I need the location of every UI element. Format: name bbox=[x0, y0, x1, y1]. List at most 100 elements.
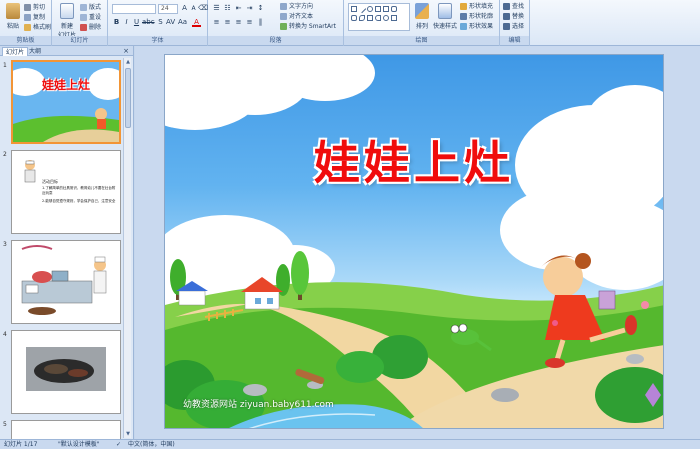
justify-button[interactable]: ≡ bbox=[245, 18, 254, 27]
arrange-label: 排列 bbox=[415, 23, 428, 30]
language-indicator[interactable]: 中文(简体，中国) bbox=[128, 440, 175, 449]
reset-label: 重设 bbox=[89, 14, 102, 21]
format-painter-label: 格式刷 bbox=[33, 24, 52, 31]
stove-photo-art bbox=[12, 331, 118, 411]
slide-thumbnail-2[interactable]: 活动目标 1.了解简单的灶具常识，教育幼儿不要在灶台附近玩耍 2.能够自觉遵守规… bbox=[11, 150, 121, 234]
cursor-icon bbox=[503, 23, 510, 30]
text-direction-button[interactable]: 文字方向 bbox=[280, 2, 313, 11]
smartart-label: 转换为 SmartArt bbox=[289, 23, 336, 30]
slide-counter: 幻灯片 1/17 bbox=[4, 441, 38, 448]
replace-button[interactable]: 替换 bbox=[503, 12, 524, 21]
new-slide-icon bbox=[60, 3, 74, 19]
circle-shape-icon bbox=[383, 15, 389, 21]
thumbnail-number: 3 bbox=[3, 241, 7, 248]
slide-panel: 幻灯片 大纲 × 1 娃娃上灶 2 活动目标 1.了解简单的灶具常识，教育幼儿不… bbox=[0, 46, 134, 440]
arrow-shape-icon bbox=[383, 6, 389, 12]
change-case-button[interactable]: Aa bbox=[178, 18, 187, 27]
numbering-button[interactable]: ☷ bbox=[223, 4, 232, 13]
chef-girl-icon bbox=[24, 160, 36, 183]
scroll-thumb[interactable] bbox=[125, 68, 131, 128]
text-direction-icon bbox=[280, 3, 287, 10]
paragraph-group-label: 段落 bbox=[208, 36, 343, 45]
strikethrough-button[interactable]: abc bbox=[142, 18, 155, 27]
new-slide-button[interactable]: 新建幻灯片 bbox=[56, 3, 78, 39]
pentagon-shape-icon bbox=[367, 15, 373, 21]
spacing-button[interactable]: AV bbox=[166, 18, 175, 27]
format-painter-button[interactable]: 格式刷 bbox=[24, 23, 51, 32]
font-name-select[interactable] bbox=[112, 4, 156, 14]
underline-button[interactable]: U bbox=[132, 18, 141, 27]
layout-button[interactable]: 版式 bbox=[80, 3, 101, 12]
replace-icon bbox=[503, 13, 510, 20]
theme-name[interactable]: "默认设计模板" bbox=[58, 440, 100, 449]
copy-icon bbox=[24, 14, 31, 21]
slide-thumbnail-5[interactable] bbox=[11, 420, 121, 440]
curve-shape-icon bbox=[359, 15, 365, 21]
copy-button[interactable]: 复制 bbox=[24, 13, 45, 22]
current-slide[interactable]: 娃娃上灶 幼教资源网站 ziyuan.baby611.com bbox=[164, 54, 664, 429]
line-spacing-button[interactable]: ↕ bbox=[256, 4, 265, 13]
find-label: 查找 bbox=[512, 3, 525, 10]
shrink-font-button[interactable]: A bbox=[189, 4, 198, 13]
spellcheck-icon[interactable]: ✓ bbox=[116, 440, 121, 449]
watermark-text: 幼教资源网站 ziyuan.baby611.com bbox=[183, 400, 334, 410]
slides-group: 新建幻灯片 版式 重设 删除 幻灯片 bbox=[52, 0, 108, 46]
pencil-icon bbox=[460, 13, 467, 20]
close-icon[interactable]: × bbox=[123, 46, 129, 56]
cut-button[interactable]: 剪切 bbox=[24, 3, 45, 12]
scroll-down-icon[interactable]: ▼ bbox=[124, 430, 132, 438]
shape-outline-button[interactable]: 形状轮廓 bbox=[460, 12, 493, 21]
ribbon: 粘贴 剪切 复制 格式刷 剪贴板 新建幻灯片 版式 重设 删除 幻灯片 24 bbox=[0, 0, 700, 46]
align-left-button[interactable]: ≡ bbox=[212, 18, 221, 27]
arrange-button[interactable]: 排列 bbox=[412, 3, 432, 30]
grow-font-button[interactable]: A bbox=[180, 4, 189, 13]
thumbnail-number: 5 bbox=[3, 421, 7, 428]
kitchen-scene-art bbox=[12, 241, 118, 321]
slide-title[interactable]: 娃娃上灶 bbox=[165, 127, 663, 193]
smartart-button[interactable]: 转换为 SmartArt bbox=[280, 22, 336, 31]
slide-thumbnail-1[interactable]: 娃娃上灶 bbox=[11, 60, 121, 144]
shadow-button[interactable]: S bbox=[156, 18, 165, 27]
slide-editor: 娃娃上灶 幼教资源网站 ziyuan.baby611.com bbox=[135, 46, 700, 439]
scroll-up-icon[interactable]: ▲ bbox=[124, 58, 132, 66]
paragraph-group: ☰ ☷ ⇤ ⇥ ↕ ≡ ≡ ≡ ≡ ‖ 文字方向 对齐文本 转换为 SmartA… bbox=[208, 0, 344, 46]
delete-icon bbox=[80, 24, 87, 31]
paint-bucket-icon bbox=[460, 3, 467, 10]
smartart-icon bbox=[280, 23, 287, 30]
bullets-button[interactable]: ☰ bbox=[212, 4, 221, 13]
quick-styles-button[interactable]: 快速样式 bbox=[432, 3, 458, 30]
align-text-button[interactable]: 对齐文本 bbox=[280, 12, 313, 21]
select-button[interactable]: 选择 bbox=[503, 22, 524, 31]
decrease-indent-button[interactable]: ⇤ bbox=[234, 4, 243, 13]
delete-button[interactable]: 删除 bbox=[80, 23, 101, 32]
slide-thumbnail-3[interactable] bbox=[11, 240, 121, 324]
slides-group-label: 幻灯片 bbox=[52, 36, 107, 45]
clear-format-button[interactable]: ⌫ bbox=[198, 4, 208, 13]
rectangle-shape-icon bbox=[351, 6, 357, 12]
find-button[interactable]: 查找 bbox=[503, 2, 524, 11]
reset-button[interactable]: 重设 bbox=[80, 13, 101, 22]
italic-button[interactable]: I bbox=[122, 18, 131, 27]
status-bar: 幻灯片 1/17 "默认设计模板" ✓ 中文(简体，中国) bbox=[0, 439, 700, 449]
bold-button[interactable]: B bbox=[112, 18, 121, 27]
tab-slides[interactable]: 幻灯片 bbox=[2, 47, 29, 56]
clipboard-group: 粘贴 剪切 复制 格式刷 剪贴板 bbox=[0, 0, 52, 46]
line-shape-icon bbox=[357, 4, 367, 14]
brace-shape-icon bbox=[375, 15, 381, 21]
shape-outline-label: 形状轮廓 bbox=[469, 13, 494, 20]
slide-thumbnail-4[interactable] bbox=[11, 330, 121, 414]
increase-indent-button[interactable]: ⇥ bbox=[245, 4, 254, 13]
panel-scrollbar[interactable]: ▲ ▼ bbox=[123, 58, 131, 438]
font-size-select[interactable]: 24 bbox=[158, 4, 178, 14]
columns-button[interactable]: ‖ bbox=[256, 18, 265, 27]
paste-button[interactable]: 粘贴 bbox=[3, 3, 23, 30]
shapes-gallery[interactable] bbox=[348, 3, 410, 31]
shape-effects-button[interactable]: 形状效果 bbox=[460, 22, 493, 31]
delete-label: 删除 bbox=[89, 24, 102, 31]
shape-fill-button[interactable]: 形状填充 bbox=[460, 2, 493, 11]
align-center-button[interactable]: ≡ bbox=[223, 18, 232, 27]
align-right-button[interactable]: ≡ bbox=[234, 18, 243, 27]
font-color-button[interactable]: A bbox=[192, 18, 201, 27]
clipboard-group-label: 剪贴板 bbox=[0, 36, 51, 45]
tab-outline[interactable]: 大纲 bbox=[26, 47, 44, 56]
